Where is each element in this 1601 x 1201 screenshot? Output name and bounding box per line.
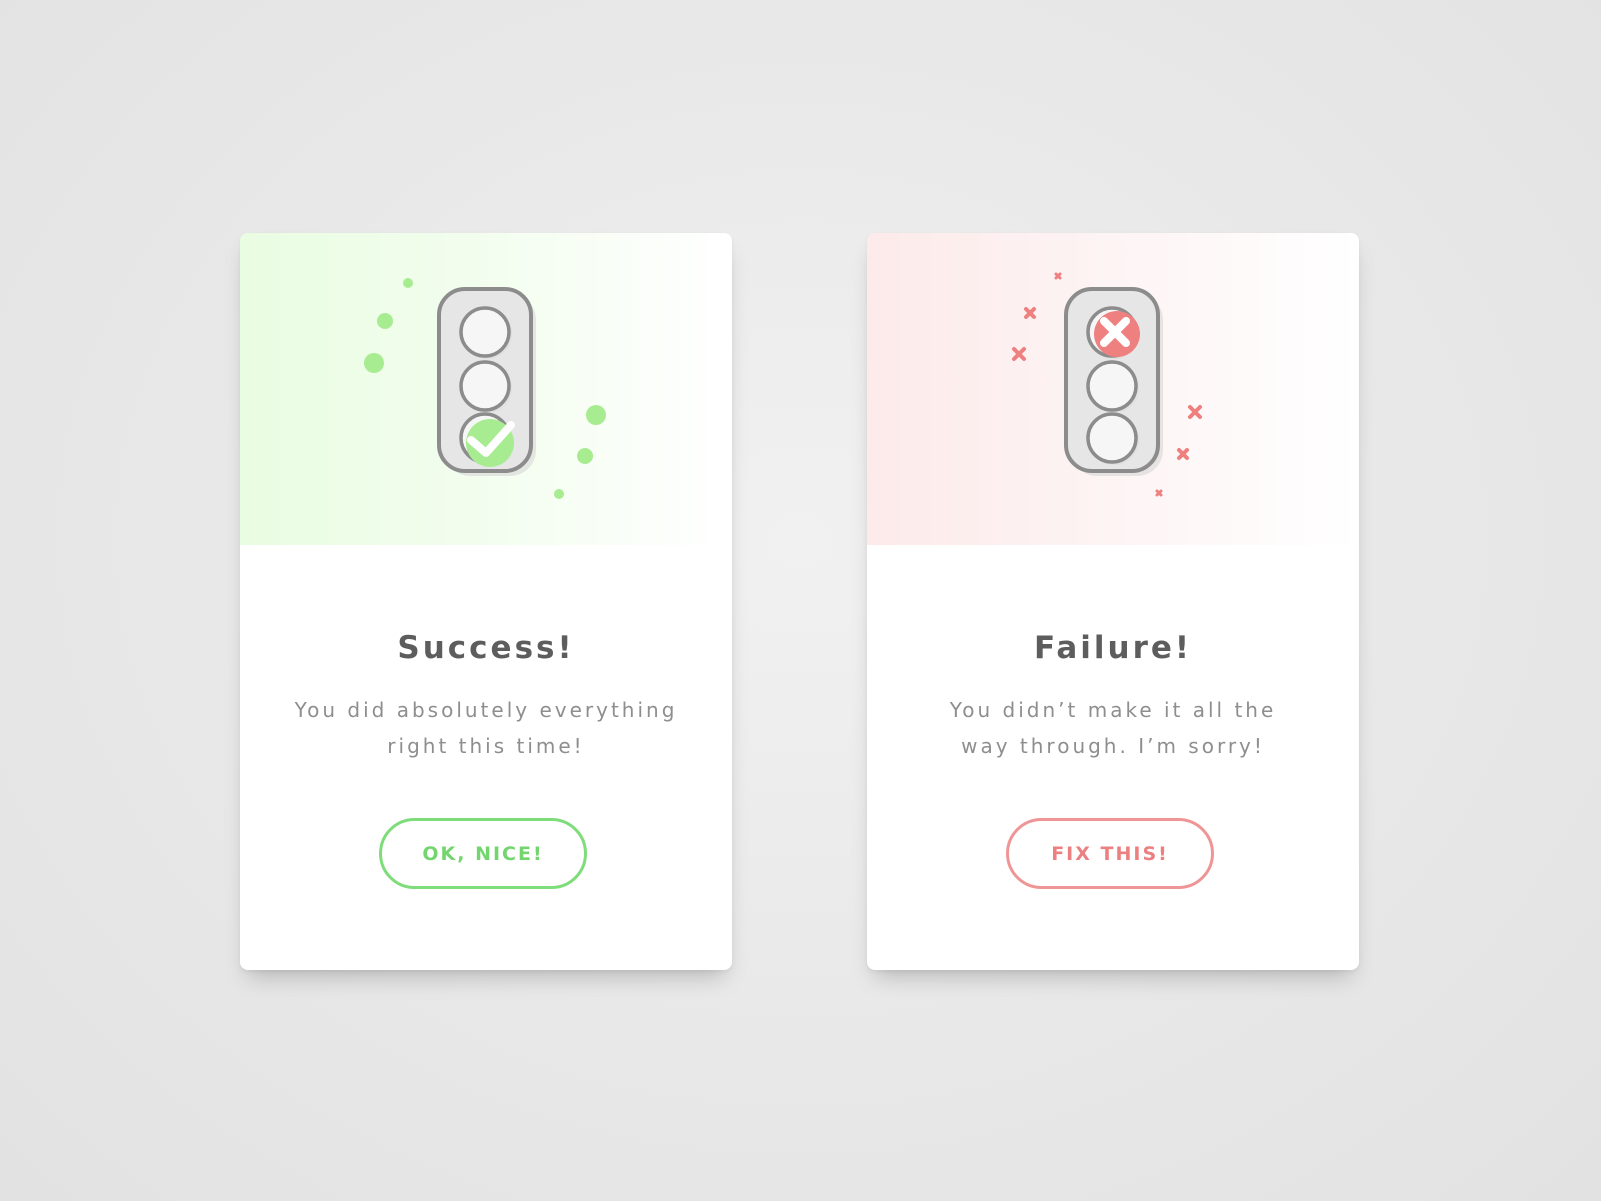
failure-message: You didn’t make it all the way through. …: [867, 692, 1359, 764]
success-message: You did absolutely everything right this…: [240, 692, 732, 764]
dot-icon: [554, 489, 564, 499]
dot-icon: [586, 405, 606, 425]
dot-icon: [377, 313, 393, 329]
dot-icon: [364, 353, 384, 373]
x-icon: [1155, 489, 1163, 497]
failure-title: Failure!: [1033, 630, 1193, 666]
failure-card: Failure! You didn’t make it all the way …: [867, 233, 1359, 970]
traffic-light-failure-graphic: [1012, 272, 1202, 497]
success-illustration: [240, 233, 732, 545]
x-icon: [1024, 307, 1036, 319]
dot-icon: [403, 278, 413, 288]
fix-this-button[interactable]: FIX THIS!: [1006, 818, 1214, 889]
dot-icon: [577, 448, 593, 464]
x-icon: [1054, 272, 1062, 280]
x-icon: [1012, 347, 1026, 361]
x-icon: [1188, 405, 1202, 419]
ok-nice-button[interactable]: OK, NICE!: [379, 818, 587, 889]
success-card: Success! You did absolutely everything r…: [240, 233, 732, 970]
failure-message-line-2: way through. I’m sorry!: [961, 734, 1265, 758]
success-title: Success!: [397, 630, 575, 666]
traffic-light-icon: [1064, 287, 1163, 476]
x-icon: [1177, 448, 1189, 460]
failure-illustration: [867, 233, 1359, 545]
failure-message-line-1: You didn’t make it all the: [949, 698, 1277, 722]
traffic-light-success-graphic: [364, 278, 606, 499]
success-message-line-1: You did absolutely everything: [294, 698, 678, 722]
success-message-line-2: right this time!: [387, 734, 585, 758]
